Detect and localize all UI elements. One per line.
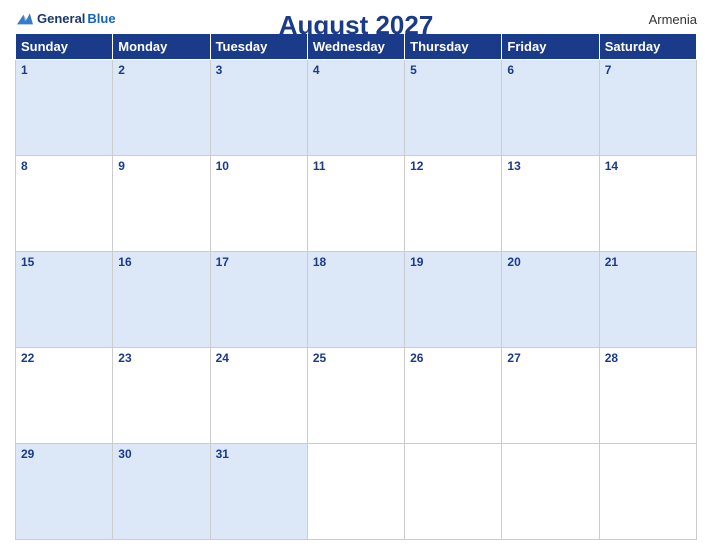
calendar-day-cell: 30 bbox=[113, 444, 210, 540]
weekday-header: Monday bbox=[113, 34, 210, 60]
calendar-header: General Blue August 2027 Armenia bbox=[15, 10, 697, 27]
calendar-day-cell: 1 bbox=[16, 60, 113, 156]
day-number: 9 bbox=[118, 159, 125, 173]
day-number: 24 bbox=[216, 351, 229, 365]
day-number: 6 bbox=[507, 63, 514, 77]
day-number: 5 bbox=[410, 63, 417, 77]
day-number: 25 bbox=[313, 351, 326, 365]
calendar-week-row: 29 30 31 bbox=[16, 444, 697, 540]
calendar-day-cell: 4 bbox=[307, 60, 404, 156]
title-area: August 2027 bbox=[279, 10, 434, 41]
day-number: 20 bbox=[507, 255, 520, 269]
calendar-day-cell: 6 bbox=[502, 60, 599, 156]
calendar-day-cell: 19 bbox=[405, 252, 502, 348]
calendar-table: SundayMondayTuesdayWednesdayThursdayFrid… bbox=[15, 33, 697, 540]
day-number: 19 bbox=[410, 255, 423, 269]
logo-general-text: General bbox=[37, 11, 85, 26]
day-number: 11 bbox=[313, 159, 326, 173]
calendar-day-cell: 10 bbox=[210, 156, 307, 252]
calendar-day-cell: 17 bbox=[210, 252, 307, 348]
calendar-day-cell: 14 bbox=[599, 156, 696, 252]
logo-blue-text: Blue bbox=[87, 11, 115, 26]
logo-bird-icon bbox=[15, 10, 35, 26]
calendar-day-cell: 29 bbox=[16, 444, 113, 540]
calendar-week-row: 22 23 24 25 26 27 28 bbox=[16, 348, 697, 444]
calendar-day-cell: 24 bbox=[210, 348, 307, 444]
calendar-day-cell: 7 bbox=[599, 60, 696, 156]
calendar-day-cell: 23 bbox=[113, 348, 210, 444]
logo: General Blue bbox=[15, 10, 116, 26]
calendar-day-cell bbox=[502, 444, 599, 540]
calendar-day-cell bbox=[307, 444, 404, 540]
day-number: 1 bbox=[21, 63, 28, 77]
day-number: 10 bbox=[216, 159, 229, 173]
day-number: 15 bbox=[21, 255, 34, 269]
calendar-day-cell bbox=[405, 444, 502, 540]
calendar-title: August 2027 bbox=[279, 10, 434, 41]
day-number: 21 bbox=[605, 255, 618, 269]
day-number: 3 bbox=[216, 63, 223, 77]
day-number: 16 bbox=[118, 255, 131, 269]
calendar-week-row: 1 2 3 4 5 6 7 bbox=[16, 60, 697, 156]
country-label: Armenia bbox=[649, 12, 697, 27]
day-number: 12 bbox=[410, 159, 423, 173]
weekday-header: Friday bbox=[502, 34, 599, 60]
calendar-day-cell: 31 bbox=[210, 444, 307, 540]
calendar-day-cell: 26 bbox=[405, 348, 502, 444]
day-number: 4 bbox=[313, 63, 320, 77]
calendar-day-cell: 13 bbox=[502, 156, 599, 252]
calendar-day-cell: 16 bbox=[113, 252, 210, 348]
calendar-day-cell: 11 bbox=[307, 156, 404, 252]
calendar-day-cell: 22 bbox=[16, 348, 113, 444]
day-number: 26 bbox=[410, 351, 423, 365]
calendar-day-cell: 20 bbox=[502, 252, 599, 348]
calendar-week-row: 15 16 17 18 19 20 21 bbox=[16, 252, 697, 348]
calendar-day-cell: 18 bbox=[307, 252, 404, 348]
calendar-day-cell: 12 bbox=[405, 156, 502, 252]
day-number: 23 bbox=[118, 351, 131, 365]
day-number: 29 bbox=[21, 447, 34, 461]
weekday-header: Sunday bbox=[16, 34, 113, 60]
day-number: 8 bbox=[21, 159, 28, 173]
calendar-day-cell: 28 bbox=[599, 348, 696, 444]
day-number: 27 bbox=[507, 351, 520, 365]
day-number: 17 bbox=[216, 255, 229, 269]
day-number: 14 bbox=[605, 159, 618, 173]
day-number: 28 bbox=[605, 351, 618, 365]
calendar-day-cell: 3 bbox=[210, 60, 307, 156]
calendar-day-cell: 25 bbox=[307, 348, 404, 444]
weekday-header: Saturday bbox=[599, 34, 696, 60]
calendar-day-cell: 5 bbox=[405, 60, 502, 156]
day-number: 2 bbox=[118, 63, 125, 77]
calendar-day-cell: 9 bbox=[113, 156, 210, 252]
day-number: 30 bbox=[118, 447, 131, 461]
day-number: 31 bbox=[216, 447, 229, 461]
calendar-day-cell: 15 bbox=[16, 252, 113, 348]
calendar-day-cell: 27 bbox=[502, 348, 599, 444]
calendar-day-cell: 8 bbox=[16, 156, 113, 252]
day-number: 22 bbox=[21, 351, 34, 365]
calendar-day-cell: 2 bbox=[113, 60, 210, 156]
day-number: 7 bbox=[605, 63, 612, 77]
calendar-day-cell bbox=[599, 444, 696, 540]
calendar-day-cell: 21 bbox=[599, 252, 696, 348]
day-number: 18 bbox=[313, 255, 326, 269]
day-number: 13 bbox=[507, 159, 520, 173]
calendar-week-row: 8 9 10 11 12 13 14 bbox=[16, 156, 697, 252]
